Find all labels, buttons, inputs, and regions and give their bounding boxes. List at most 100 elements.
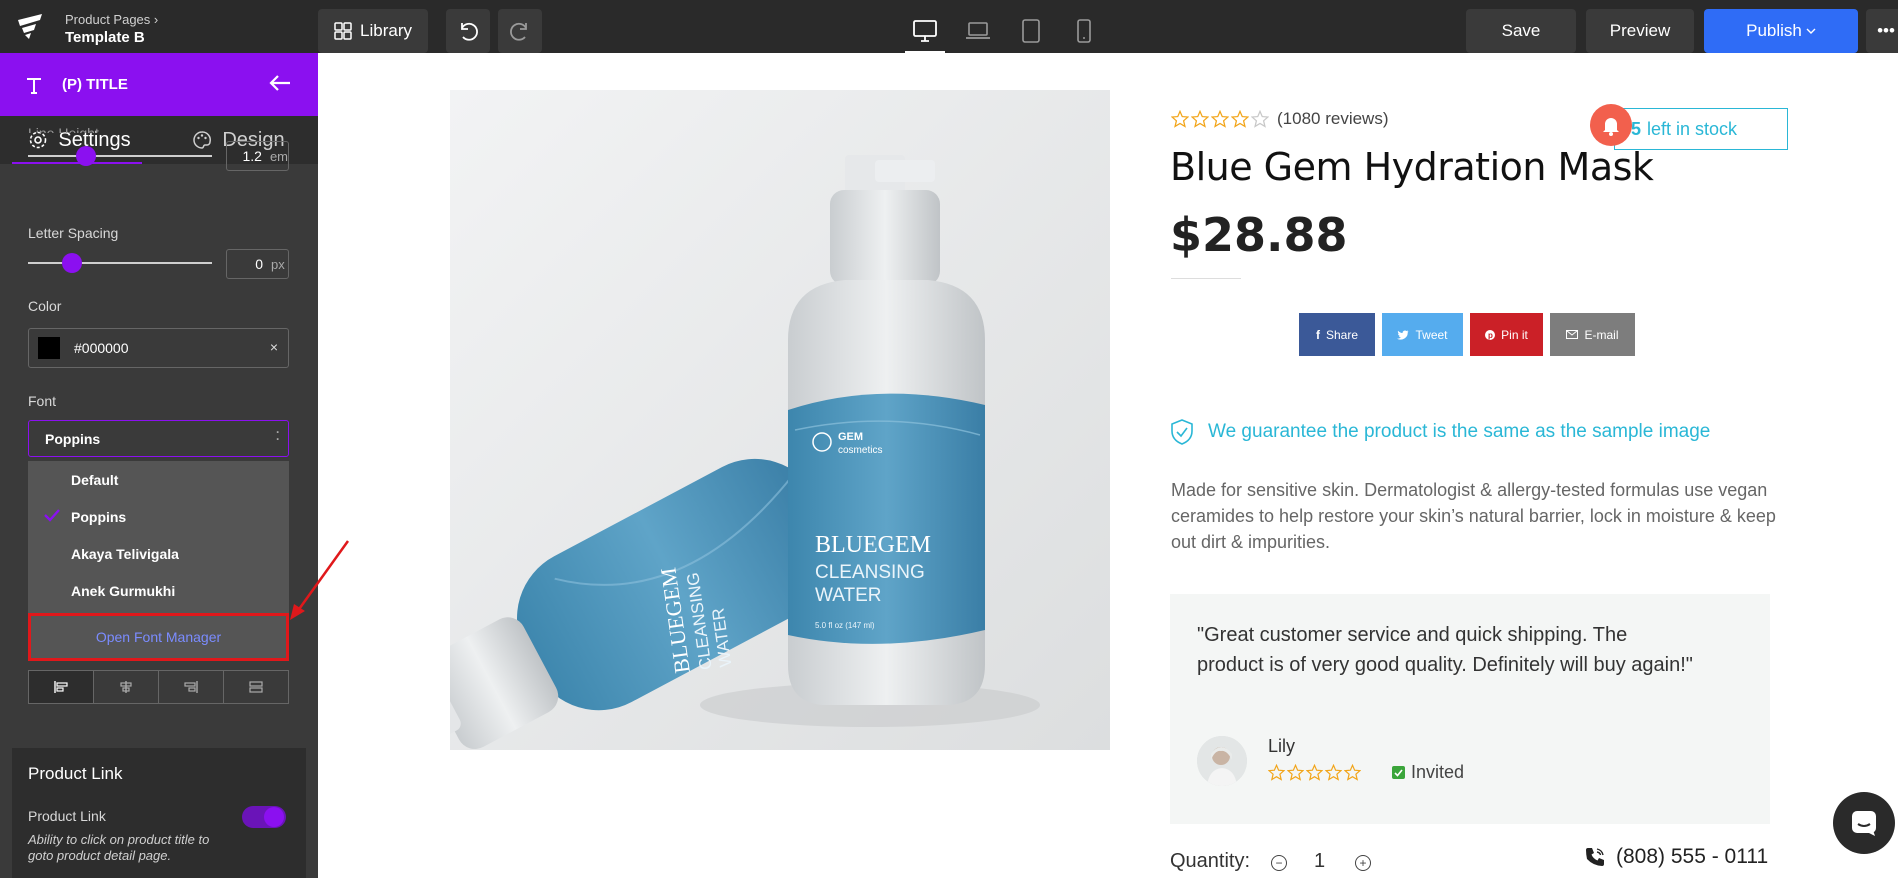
bottle-line2: CLEANSING — [815, 562, 925, 583]
pinterest-share-label: Pin it — [1501, 327, 1528, 342]
line-height-input[interactable]: 1.2 em — [226, 141, 289, 171]
color-value: #000000 — [74, 340, 129, 356]
undo-button[interactable] — [446, 9, 490, 53]
font-select[interactable]: Poppins · · — [28, 420, 289, 457]
color-label: Color — [28, 298, 62, 314]
publish-label: Publish — [1746, 21, 1802, 40]
align-justify-icon — [249, 681, 263, 693]
font-option-poppins[interactable]: Poppins — [28, 498, 289, 535]
stock-text: left in stock — [1647, 118, 1738, 139]
letter-spacing-slider-thumb[interactable] — [62, 253, 82, 273]
font-option-label: Anek Gurmukhi — [71, 582, 176, 599]
check-icon — [1392, 766, 1405, 779]
email-share-button[interactable]: E-mail — [1550, 313, 1635, 356]
settings-panel: (P) TITLE Settings Design Line Height 1.… — [0, 53, 318, 878]
breadcrumb-parent[interactable]: Product Pages › — [65, 12, 158, 27]
line-height-slider-thumb[interactable] — [76, 146, 96, 166]
star-icon — [1325, 764, 1342, 781]
font-option-label: Default — [71, 471, 119, 488]
divider — [1171, 278, 1241, 279]
color-swatch[interactable] — [38, 337, 60, 359]
chevron-right-icon: › — [153, 12, 159, 27]
bottle-brand: GEM — [838, 431, 863, 443]
redo-button[interactable] — [498, 9, 542, 53]
svg-text:p: p — [1488, 331, 1493, 340]
breadcrumb-current: Template B — [65, 29, 145, 46]
align-center-icon — [120, 681, 132, 693]
star-icon — [1268, 764, 1285, 781]
app-logo-icon[interactable] — [16, 14, 46, 40]
top-toolbar: Product Pages › Template B Library Save … — [0, 0, 1898, 54]
clear-icon[interactable]: × — [270, 339, 278, 355]
desktop-view-button[interactable] — [905, 14, 945, 54]
star-icon — [1306, 764, 1323, 781]
library-button[interactable]: Library — [318, 9, 428, 53]
product-link-section-title: Product Link — [28, 764, 123, 783]
reviews-count: (1080 reviews) — [1277, 109, 1389, 128]
panel-header: (P) TITLE — [0, 53, 318, 116]
letter-spacing-label: Letter Spacing — [28, 225, 119, 241]
letter-spacing-slider[interactable] — [28, 262, 212, 264]
open-font-manager-button[interactable]: Open Font Manager — [28, 613, 289, 661]
phone-icon — [1586, 848, 1604, 866]
quantity-decrease-button[interactable]: − — [1271, 855, 1287, 871]
breadcrumb-parent-label: Product Pages — [65, 12, 151, 27]
bottle-volume: 5.0 fl oz (147 ml) — [815, 621, 875, 630]
pinterest-share-button[interactable]: p Pin it — [1470, 313, 1543, 356]
phone-contact[interactable]: (808) 555 - 0111 — [1584, 845, 1768, 869]
twitter-share-label: Tweet — [1415, 327, 1448, 342]
quantity-increase-button[interactable]: + — [1355, 855, 1371, 871]
star-icon — [1344, 764, 1361, 781]
preview-button[interactable]: Preview — [1586, 9, 1694, 53]
publish-button[interactable]: Publish — [1704, 9, 1858, 53]
twitter-share-button[interactable]: Tweet — [1382, 313, 1463, 356]
save-button[interactable]: Save — [1466, 9, 1576, 53]
testimonial-quote: "Great customer service and quick shippi… — [1197, 624, 1693, 676]
align-center-button[interactable] — [94, 671, 159, 703]
chat-widget-button[interactable] — [1833, 792, 1895, 854]
align-justify-button[interactable] — [224, 671, 288, 703]
font-option-anek-gurmukhi[interactable]: Anek Gurmukhi — [28, 572, 289, 609]
envelope-icon — [1566, 330, 1579, 339]
font-option-label: Poppins — [71, 508, 127, 525]
font-selected-value: Poppins — [45, 430, 101, 447]
color-field[interactable]: #000000 × — [28, 328, 289, 368]
star-icon — [1231, 110, 1249, 128]
facebook-share-button[interactable]: f Share — [1299, 313, 1375, 356]
product-title[interactable]: Blue Gem Hydration Mask — [1170, 145, 1654, 189]
bottle-brand-sub: cosmetics — [838, 445, 882, 456]
star-icon — [1287, 764, 1304, 781]
letter-spacing-unit: px — [271, 256, 285, 272]
font-option-default[interactable]: Default — [28, 461, 289, 498]
laptop-view-button[interactable] — [958, 14, 998, 48]
quantity-value[interactable]: 1 — [1314, 850, 1325, 873]
tablet-view-button[interactable] — [1011, 14, 1051, 48]
library-label: Library — [360, 21, 412, 40]
product-image[interactable]: GEM cosmetics BLUEGEM CLEANSING WATER 5.… — [450, 90, 1110, 750]
product-link-help-text: Ability to click on product title to got… — [28, 832, 210, 863]
back-arrow-icon[interactable] — [268, 73, 292, 93]
align-right-button[interactable] — [159, 671, 224, 703]
guarantee-badge: We guarantee the product is the same as … — [1170, 419, 1710, 445]
product-bottles-illustration: GEM cosmetics BLUEGEM CLEANSING WATER 5.… — [450, 90, 1110, 750]
letter-spacing-value: 0 — [255, 256, 263, 272]
bell-icon — [1590, 104, 1632, 146]
facebook-share-label: Share — [1325, 327, 1359, 342]
product-link-toggle[interactable] — [242, 806, 286, 828]
font-option-akaya-telivigala[interactable]: Akaya Telivigala — [28, 535, 289, 572]
page-canvas: GEM cosmetics BLUEGEM CLEANSING WATER 5.… — [318, 53, 1898, 878]
line-height-slider[interactable] — [28, 155, 212, 157]
shield-check-icon — [1171, 419, 1193, 445]
letter-spacing-input[interactable]: 0 px — [226, 249, 289, 279]
email-share-label: E-mail — [1584, 327, 1619, 342]
rating-stars — [1171, 110, 1269, 128]
check-icon — [44, 509, 60, 522]
tablet-icon — [1022, 19, 1040, 43]
product-price: $28.88 — [1170, 208, 1348, 262]
quantity-label: Quantity: — [1170, 850, 1251, 872]
align-left-button[interactable] — [29, 671, 94, 703]
element-title: (P) TITLE — [62, 76, 128, 93]
product-rating[interactable]: (1080 reviews) — [1171, 109, 1389, 129]
mobile-view-button[interactable] — [1064, 14, 1104, 48]
more-button[interactable]: ••• — [1866, 9, 1898, 53]
